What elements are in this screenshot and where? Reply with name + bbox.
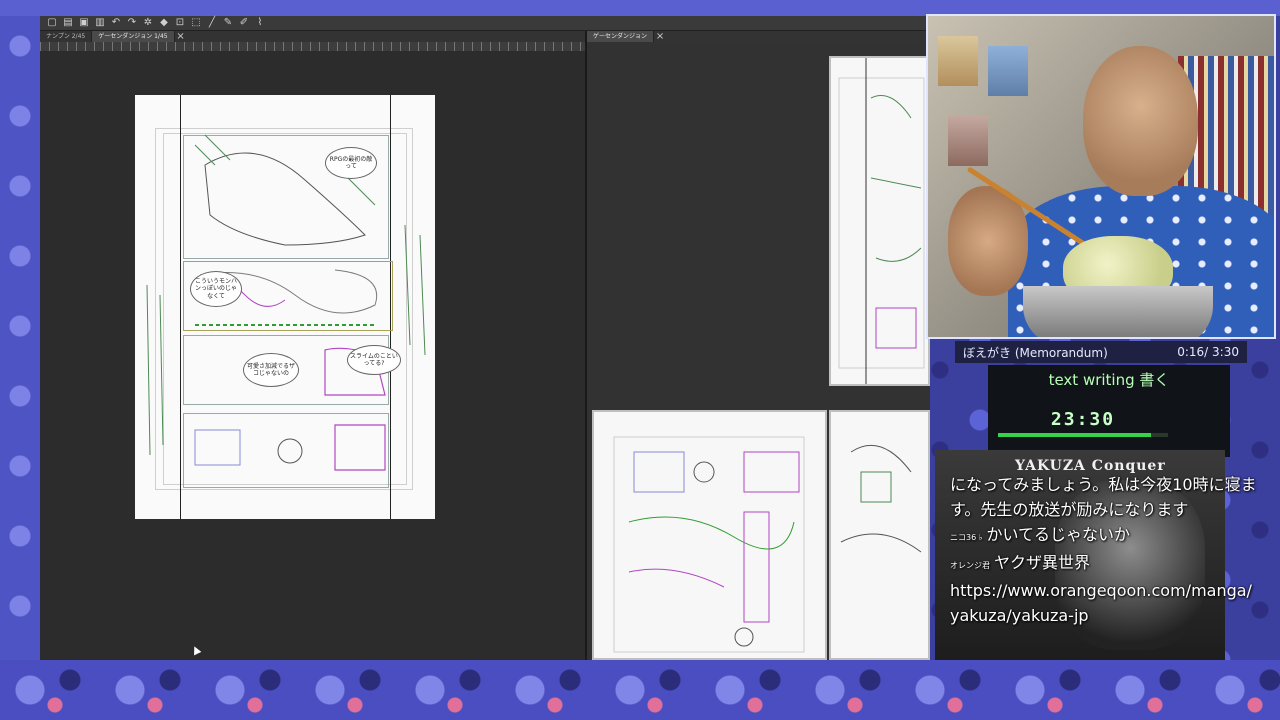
timer-label: text writing 書く bbox=[1048, 371, 1170, 389]
stream-background-bottom bbox=[0, 660, 1280, 720]
now-playing-bar: ぼえがき (Memorandum) 0:16/ 3:30 bbox=[955, 341, 1247, 363]
mouse-cursor bbox=[190, 644, 202, 656]
chat-message: https://www.orangeqoon.com/manga/yakuza/… bbox=[950, 578, 1260, 628]
chat-text: かいてるじゃないか bbox=[986, 525, 1131, 544]
chat-overlay: になってみましょう。私は今夜10時に寝ます。先生の放送が励みになります ニコ36… bbox=[950, 472, 1260, 628]
speech-bubble-2: こういうモンハンっぽいのじゃなくて bbox=[190, 271, 242, 307]
thumbnail-sketch-3 bbox=[840, 444, 922, 553]
page-thumbnail-2[interactable] bbox=[592, 410, 827, 660]
canvas-secondary[interactable] bbox=[587, 42, 930, 660]
speech-bubble-1: RPGの最初の敵って bbox=[325, 147, 377, 179]
print-icon[interactable]: ▥ bbox=[94, 17, 106, 29]
streamer-head bbox=[1083, 46, 1198, 196]
document-tabs-right: ゲーセンダンジョン × bbox=[587, 31, 930, 42]
line-tool-icon[interactable]: ╱ bbox=[206, 17, 218, 29]
song-title: ぼえがき (Memorandum) bbox=[963, 345, 1108, 360]
thumbnail-sketch-1 bbox=[838, 58, 925, 384]
speech-bubble-4: スライムのこといってる? bbox=[347, 345, 401, 375]
select-icon[interactable]: ⬚ bbox=[190, 17, 202, 29]
chat-message: ニコ36 ♭ かいてるじゃないか bbox=[950, 522, 1260, 550]
bowl bbox=[1023, 286, 1213, 337]
thumbnail-sketch-2 bbox=[613, 436, 805, 653]
brush-tool-icon[interactable]: ✐ bbox=[238, 17, 250, 29]
transform-icon[interactable]: ⊡ bbox=[174, 17, 186, 29]
new-file-icon[interactable]: ▢ bbox=[46, 17, 58, 29]
chat-user: オレンジ君 bbox=[950, 561, 990, 570]
pencil-sketch bbox=[146, 134, 426, 471]
close-tab-right-icon[interactable]: × bbox=[654, 31, 666, 43]
app-toolbar: ▢ ▤ ▣ ▥ ↶ ↷ ✲ ◆ ⊡ ⬚ ╱ ✎ ✐ ⌇ bbox=[40, 16, 930, 31]
document-tabs-left: ナンプン 2/45 ゲーセンダンジョン 1/45 × bbox=[40, 31, 585, 42]
chat-text: ヤクザ異世界 bbox=[994, 553, 1091, 572]
timer-widget: text writing 書く 23:30 bbox=[988, 365, 1230, 457]
chat-message: オレンジ君 ヤクザ異世界 bbox=[950, 550, 1260, 578]
undo-icon[interactable]: ↶ bbox=[110, 17, 122, 29]
stream-background-left bbox=[0, 16, 40, 660]
webcam-feed bbox=[926, 14, 1276, 339]
doc-tab-right[interactable]: ゲーセンダンジョン bbox=[587, 31, 655, 42]
timer-value: 23:30 bbox=[1050, 409, 1116, 430]
timer-progress-bar bbox=[998, 433, 1168, 437]
doc-tab-2[interactable]: ゲーセンダンジョン 1/45 bbox=[92, 31, 175, 42]
settings-icon[interactable]: ✲ bbox=[142, 17, 154, 29]
pen-tool-icon[interactable]: ✎ bbox=[222, 17, 234, 29]
ruler-tool-icon[interactable]: ⌇ bbox=[254, 17, 266, 29]
chat-text: になってみましょう。私は今夜10時に寝ます。先生の放送が励みになります bbox=[950, 475, 1257, 519]
timer-progress-fill bbox=[998, 433, 1151, 437]
drawing-app-window: ▢ ▤ ▣ ▥ ↶ ↷ ✲ ◆ ⊡ ⬚ ╱ ✎ ✐ ⌇ ナンプン 2/45 ゲー… bbox=[40, 16, 930, 660]
save-icon[interactable]: ▣ bbox=[78, 17, 90, 29]
open-folder-icon[interactable]: ▤ bbox=[62, 17, 74, 29]
close-tab-icon[interactable]: × bbox=[175, 31, 187, 43]
canvas-main[interactable]: RPGの最初の敵って こういうモンハンっぽいのじゃなくて 可愛さ加減でるザコじゃ… bbox=[40, 51, 585, 660]
horizontal-ruler bbox=[40, 42, 585, 51]
fill-icon[interactable]: ◆ bbox=[158, 17, 170, 29]
page-thumbnail-3[interactable] bbox=[829, 410, 930, 660]
manga-page[interactable]: RPGの最初の敵って こういうモンハンっぽいのじゃなくて 可愛さ加減でるザコじゃ… bbox=[135, 95, 435, 519]
speech-bubble-3: 可愛さ加減でるザコじゃないの bbox=[243, 353, 299, 387]
redo-icon[interactable]: ↷ bbox=[126, 17, 138, 29]
page-thumbnail-1[interactable] bbox=[829, 56, 930, 386]
doc-tab-1[interactable]: ナンプン 2/45 bbox=[40, 31, 93, 42]
chat-message: になってみましょう。私は今夜10時に寝ます。先生の放送が励みになります bbox=[950, 472, 1260, 522]
song-time: 0:16/ 3:30 bbox=[1177, 345, 1239, 359]
chat-user: ニコ36 ♭ bbox=[950, 533, 983, 542]
chat-text: https://www.orangeqoon.com/manga/yakuza/… bbox=[950, 581, 1252, 625]
